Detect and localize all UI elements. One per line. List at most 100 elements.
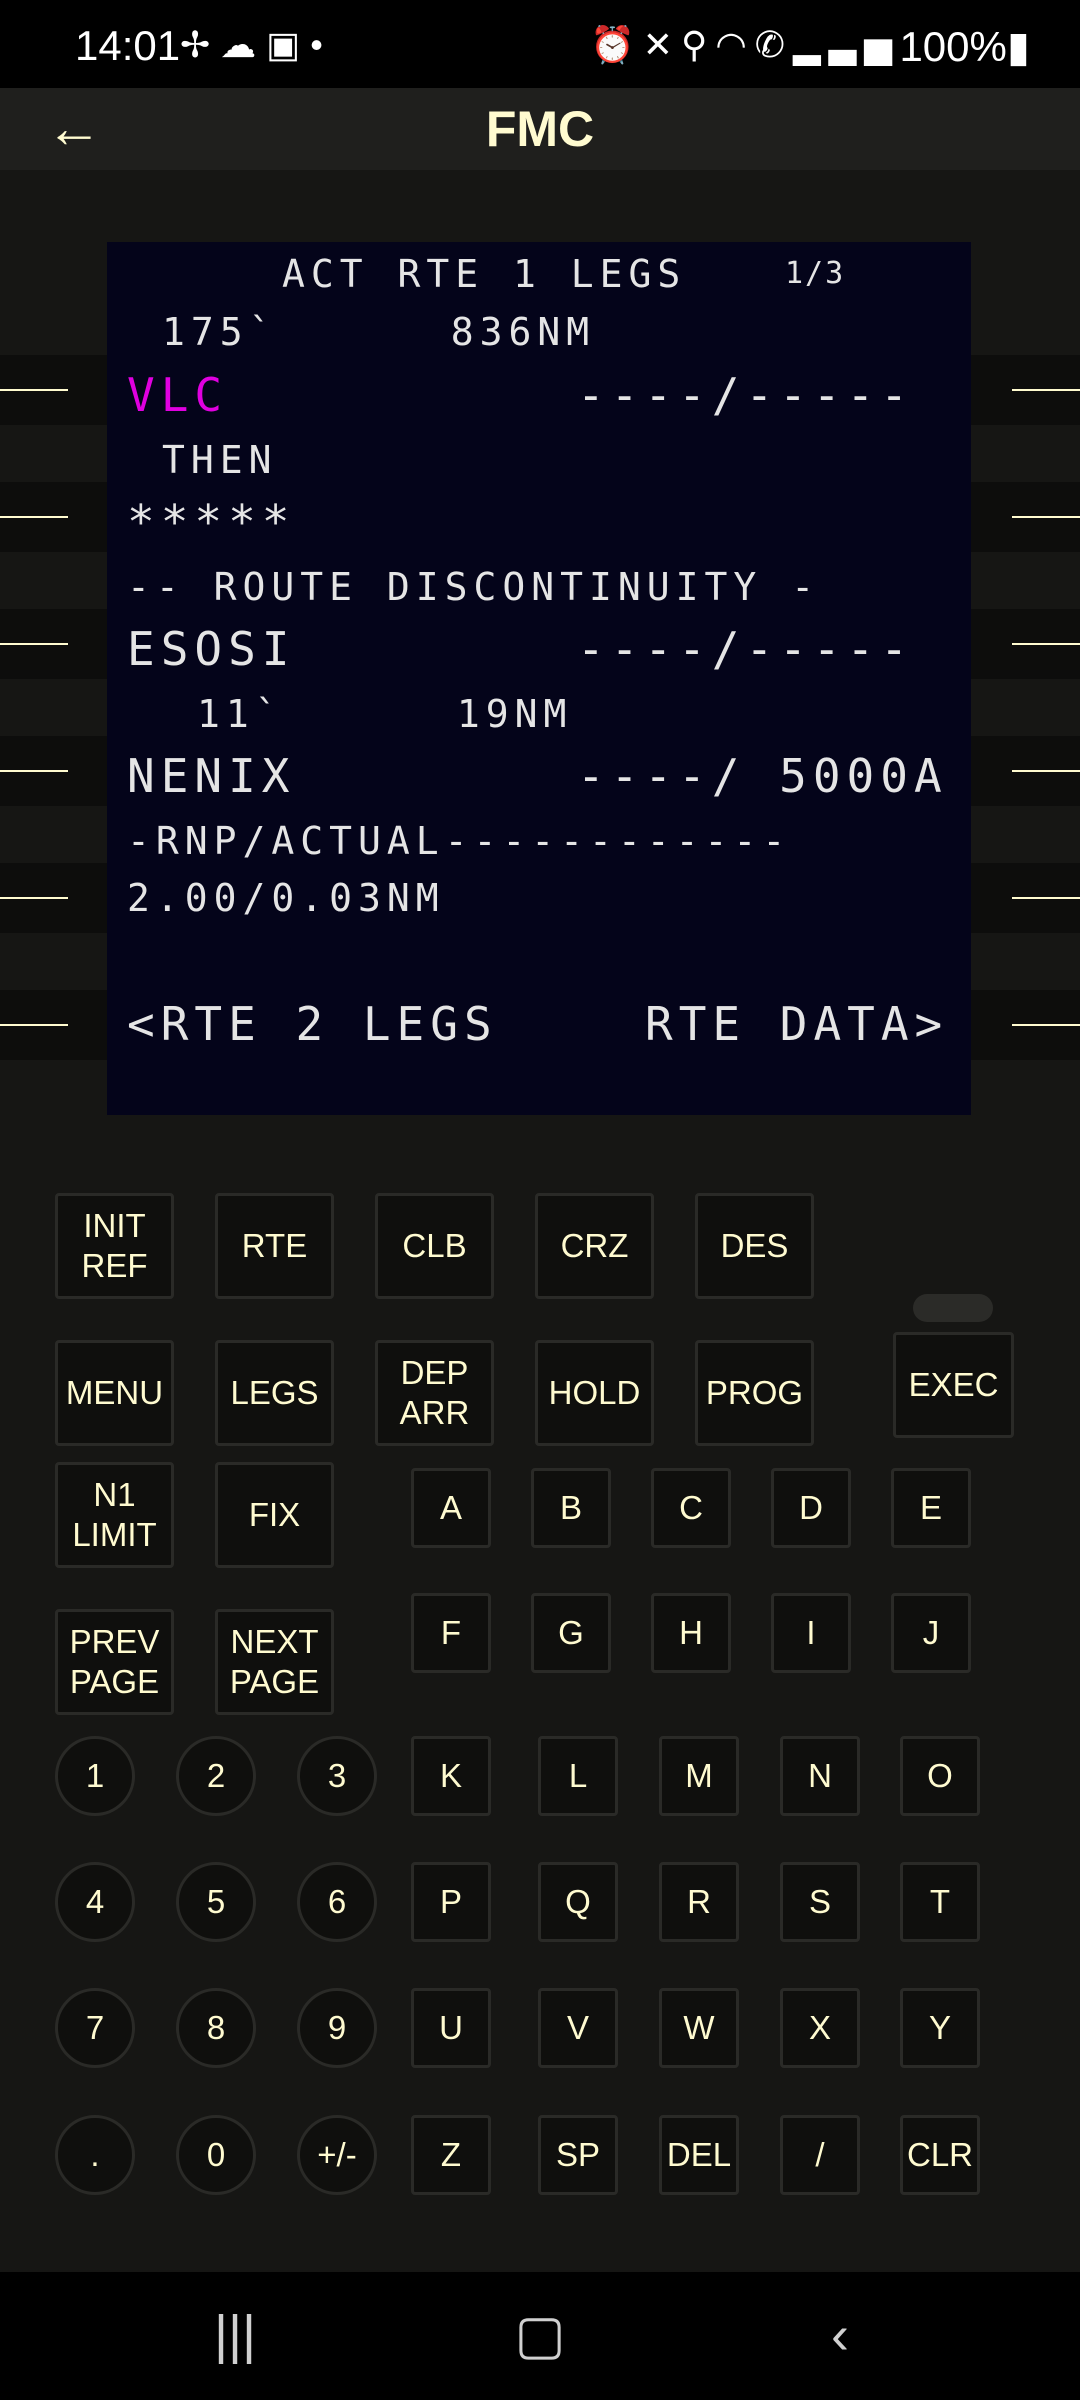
lsk-5r[interactable] [971, 863, 1080, 933]
key-c[interactable]: C [651, 1468, 731, 1548]
lsk-4l[interactable] [0, 736, 107, 806]
back-icon[interactable]: ‹ [805, 2302, 875, 2368]
cdu-title: ACT RTE 1 LEGS [282, 252, 687, 296]
key-clr[interactable]: CLR [900, 2115, 980, 2195]
key-0[interactable]: 0 [176, 2115, 256, 2195]
legs-key[interactable]: LEGS [215, 1340, 334, 1446]
key-sp[interactable]: SP [538, 2115, 618, 2195]
key-plus-minus[interactable]: +/- [297, 2115, 377, 2195]
key-b[interactable]: B [531, 1468, 611, 1548]
key-w[interactable]: W [659, 1988, 739, 2068]
cdu-line-3-constraint: ----/----- [577, 622, 914, 676]
fix-key[interactable]: FIX [215, 1462, 334, 1568]
key-4[interactable]: 4 [55, 1862, 135, 1942]
key-p[interactable]: P [411, 1862, 491, 1942]
key-o[interactable]: O [900, 1736, 980, 1816]
key-v[interactable]: V [538, 1988, 618, 2068]
exec-key[interactable]: EXEC [893, 1332, 1014, 1438]
key-x[interactable]: X [780, 1988, 860, 2068]
init-ref-key[interactable]: INIT REF [55, 1193, 174, 1299]
cdu-line-3-label: -- ROUTE DISCONTINUITY - [127, 565, 821, 609]
key-2[interactable]: 2 [176, 1736, 256, 1816]
key-z[interactable]: Z [411, 2115, 491, 2195]
fan-icon: ✢ [180, 24, 221, 65]
key-9[interactable]: 9 [297, 1988, 377, 2068]
cdu-line-2-data: ***** [127, 495, 296, 549]
key-d[interactable]: D [771, 1468, 851, 1548]
lsk-3r[interactable] [971, 609, 1080, 679]
lsk-5l[interactable] [0, 863, 107, 933]
key-6[interactable]: 6 [297, 1862, 377, 1942]
cdu-line-4-constraint: ----/ 5000A [577, 749, 948, 803]
key-g[interactable]: G [531, 1593, 611, 1673]
key-i[interactable]: I [771, 1593, 851, 1673]
key-s[interactable]: S [780, 1862, 860, 1942]
status-bar: 14:01 ✢☁▣• ⏰✕⚲◠✆▂▃▅ 100%▮ [0, 0, 1080, 88]
cdu-screen: ACT RTE 1 LEGS 1/3 175` 836NM VLC ----/-… [107, 242, 971, 1115]
key-f[interactable]: F [411, 1593, 491, 1673]
exec-light-indicator [913, 1294, 993, 1322]
lsk-2r[interactable] [971, 482, 1080, 552]
key-k[interactable]: K [411, 1736, 491, 1816]
key-u[interactable]: U [411, 1988, 491, 2068]
lsk-6l[interactable] [0, 990, 107, 1060]
lsk-6r[interactable] [971, 990, 1080, 1060]
key-5[interactable]: 5 [176, 1862, 256, 1942]
page-title: FMC [485, 101, 595, 157]
cdu-line-5-data: 2.00/0.03NM [127, 876, 445, 920]
battery-icon: ▮ [1006, 23, 1030, 70]
cdu-rte-data-prompt: RTE DATA> [645, 997, 949, 1051]
lsk-1l[interactable] [0, 355, 107, 425]
prev-page-key[interactable]: PREV PAGE [55, 1609, 174, 1715]
key-l[interactable]: L [538, 1736, 618, 1816]
cdu-page-number: 1/3 [785, 256, 846, 291]
key-e[interactable]: E [891, 1468, 971, 1548]
crz-key[interactable]: CRZ [535, 1193, 654, 1299]
lsk-2l[interactable] [0, 482, 107, 552]
prog-key[interactable]: PROG [695, 1340, 814, 1446]
key-h[interactable]: H [651, 1593, 731, 1673]
key-8[interactable]: 8 [176, 1988, 256, 2068]
weather-icon: ☁ [220, 24, 267, 65]
key-m[interactable]: M [659, 1736, 739, 1816]
lsk-3l[interactable] [0, 609, 107, 679]
key-j[interactable]: J [891, 1593, 971, 1673]
clb-key[interactable]: CLB [375, 1193, 494, 1299]
signal-icon: ▂▃▅ [792, 24, 900, 65]
alarm-icon: ⏰ [589, 24, 643, 65]
des-key[interactable]: DES [695, 1193, 814, 1299]
dot-icon: • [310, 24, 333, 65]
cdu-line-1-waypoint: VLC [127, 368, 229, 422]
cdu-rte2-legs-prompt: <RTE 2 LEGS [127, 997, 498, 1051]
cdu-line-4-label: 11` 19NM [197, 692, 573, 736]
key-slash[interactable]: / [780, 2115, 860, 2195]
key-1[interactable]: 1 [55, 1736, 135, 1816]
status-time: 14:01 [75, 22, 181, 69]
gallery-icon: ▣ [266, 24, 311, 65]
recent-apps-icon[interactable]: ||| [200, 2302, 270, 2368]
lsk-1r[interactable] [971, 355, 1080, 425]
rte-key[interactable]: RTE [215, 1193, 334, 1299]
n1-limit-key[interactable]: N1 LIMIT [55, 1462, 174, 1568]
home-icon[interactable]: ▢ [505, 2302, 575, 2368]
cdu-line-3-waypoint: ESOSI [127, 622, 296, 676]
key-r[interactable]: R [659, 1862, 739, 1942]
key-y[interactable]: Y [900, 1988, 980, 2068]
menu-key[interactable]: MENU [55, 1340, 174, 1446]
key-del[interactable]: DEL [659, 2115, 739, 2195]
key-3[interactable]: 3 [297, 1736, 377, 1816]
key-t[interactable]: T [900, 1862, 980, 1942]
lsk-4r[interactable] [971, 736, 1080, 806]
hold-key[interactable]: HOLD [535, 1340, 654, 1446]
cdu-line-5-label: -RNP/ACTUAL------------ [127, 819, 792, 863]
cdu-line-4-waypoint: NENIX [127, 749, 296, 803]
key-q[interactable]: Q [538, 1862, 618, 1942]
dep-arr-key[interactable]: DEP ARR [375, 1340, 494, 1446]
key-7[interactable]: 7 [55, 1988, 135, 2068]
next-page-key[interactable]: NEXT PAGE [215, 1609, 334, 1715]
key-n[interactable]: N [780, 1736, 860, 1816]
wifi-call-icon: ✆ [754, 24, 793, 65]
battery-level: 100%▮ [899, 23, 1030, 70]
key-decimal[interactable]: . [55, 2115, 135, 2195]
key-a[interactable]: A [411, 1468, 491, 1548]
